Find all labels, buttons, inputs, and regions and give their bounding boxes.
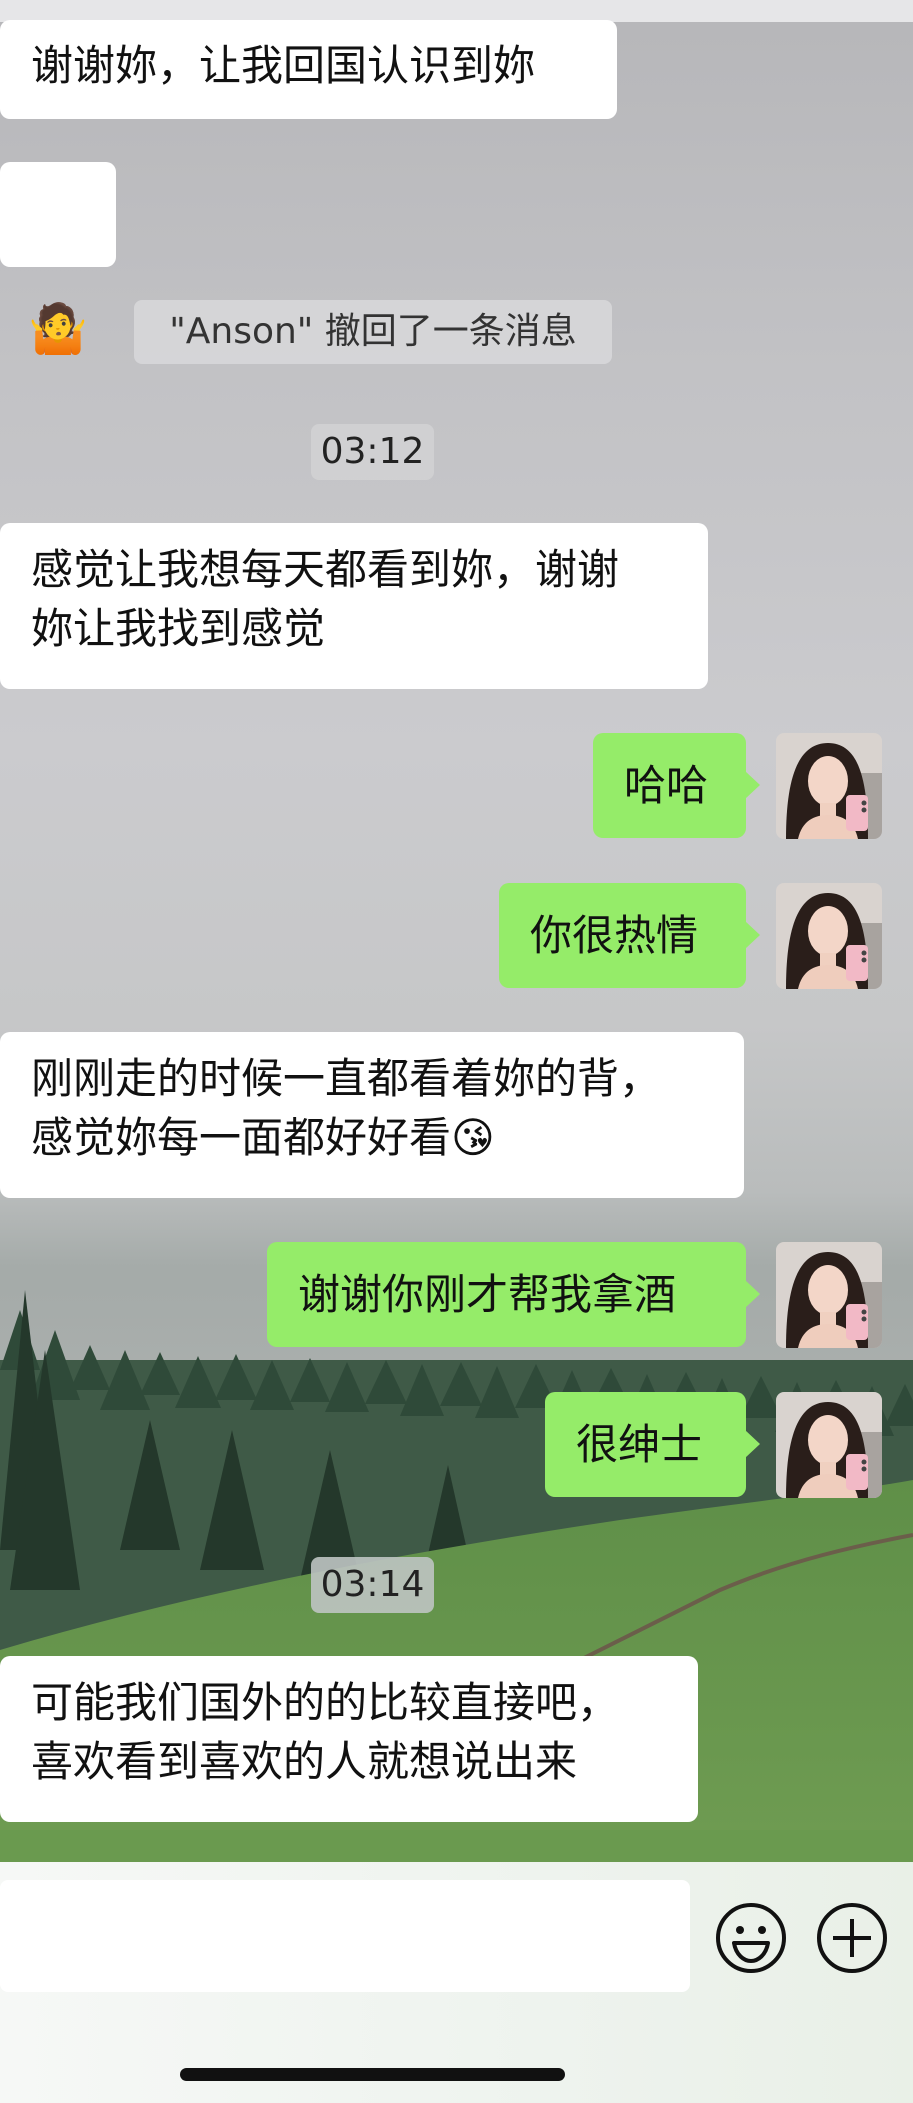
message-outgoing[interactable]: 很绅士 — [545, 1392, 760, 1497]
emoji-button-icon[interactable] — [714, 1901, 788, 1975]
user-avatar[interactable] — [776, 733, 882, 839]
portrait-icon — [776, 883, 882, 989]
message-incoming[interactable]: 刚刚走的时候一直都看着妳的背， 感觉妳每一面都好好看😘 — [0, 1032, 744, 1198]
timestamp: 03:14 — [311, 1557, 434, 1613]
timestamp: 03:12 — [311, 424, 434, 480]
user-avatar[interactable] — [776, 883, 882, 989]
portrait-icon — [776, 733, 882, 839]
shrug-emoji-icon: 🤷 — [28, 301, 88, 357]
message-input[interactable] — [0, 1880, 690, 1992]
user-avatar[interactable] — [776, 1242, 882, 1348]
message-incoming[interactable]: 谢谢妳，让我回国认识到妳 — [0, 20, 617, 119]
message-incoming-emoji[interactable]: 🤷 — [0, 162, 116, 357]
message-incoming[interactable]: 可能我们国外的的比较直接吧， 喜欢看到喜欢的人就想说出来 — [0, 1656, 698, 1822]
home-indicator[interactable] — [180, 2068, 565, 2081]
message-outgoing[interactable]: 哈哈 — [593, 733, 760, 838]
message-outgoing[interactable]: 你很热情 — [499, 883, 760, 988]
portrait-icon — [776, 1392, 882, 1498]
user-avatar[interactable] — [776, 1392, 882, 1498]
input-bar — [0, 1862, 913, 2103]
chat-area[interactable]: 谢谢妳，让我回国认识到妳 🤷 "Anson" 撤回了一条消息 03:12 感觉让… — [0, 0, 913, 1862]
plus-button-icon[interactable] — [815, 1901, 889, 1975]
message-outgoing[interactable]: 谢谢你刚才帮我拿酒 — [267, 1242, 760, 1347]
portrait-icon — [776, 1242, 882, 1348]
message-incoming[interactable]: 感觉让我想每天都看到妳，谢谢 妳让我找到感觉 — [0, 523, 708, 689]
recall-notice: "Anson" 撤回了一条消息 — [134, 300, 612, 364]
status-bar — [0, 0, 913, 22]
